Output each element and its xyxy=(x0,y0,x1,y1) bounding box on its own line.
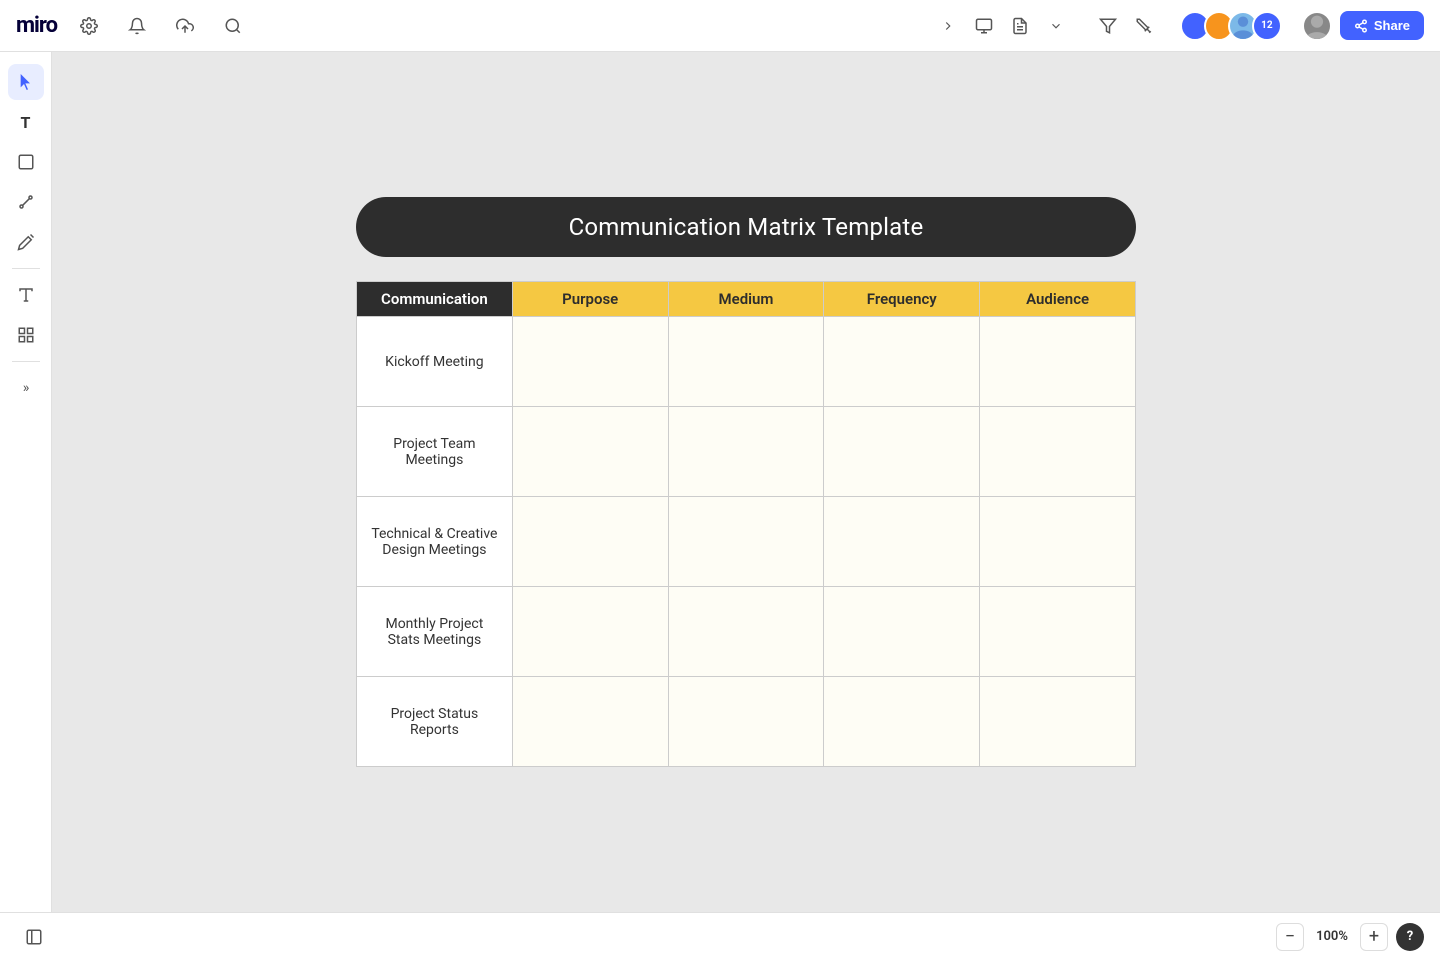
matrix-table: Communication Purpose Medium Frequency A… xyxy=(356,281,1136,767)
notifications-icon[interactable] xyxy=(121,10,153,42)
table-header-row: Communication Purpose Medium Frequency A… xyxy=(357,282,1136,317)
view-toolbar xyxy=(932,10,1072,42)
board-content: Communication Matrix Template Communicat… xyxy=(356,197,1136,767)
header-frequency: Frequency xyxy=(824,282,980,317)
bottom-right: − 100% + ? xyxy=(1276,923,1424,951)
cell-empty[interactable] xyxy=(668,677,824,767)
current-user-avatar xyxy=(1302,11,1332,41)
cell-communication[interactable]: Technical & Creative Design Meetings xyxy=(357,497,513,587)
table-row: Project Status Reports xyxy=(357,677,1136,767)
notes-icon[interactable] xyxy=(1004,10,1036,42)
header-medium: Medium xyxy=(668,282,824,317)
navbar-right: 12 Share xyxy=(932,10,1424,42)
cell-empty[interactable] xyxy=(980,677,1136,767)
tool-separator-2 xyxy=(12,361,40,362)
zoom-controls: − 100% + xyxy=(1276,923,1388,951)
share-button[interactable]: Share xyxy=(1340,11,1424,40)
avatars-group: 12 xyxy=(1180,11,1282,41)
chevron-down-icon[interactable] xyxy=(1040,10,1072,42)
cell-empty[interactable] xyxy=(668,317,824,407)
text-format-tool[interactable] xyxy=(8,277,44,313)
cell-empty[interactable] xyxy=(668,497,824,587)
sticky-note-tool[interactable] xyxy=(8,144,44,180)
left-toolbar: T » xyxy=(0,52,52,960)
help-button[interactable]: ? xyxy=(1396,923,1424,951)
table-row: Kickoff Meeting xyxy=(357,317,1136,407)
cell-empty[interactable] xyxy=(824,497,980,587)
table-row: Technical & Creative Design Meetings xyxy=(357,497,1136,587)
bottom-left xyxy=(16,919,52,955)
cell-communication[interactable]: Project Team Meetings xyxy=(357,407,513,497)
cell-empty[interactable] xyxy=(668,587,824,677)
avatar-count: 12 xyxy=(1252,11,1282,41)
miro-logo: miro xyxy=(16,13,57,38)
cell-empty[interactable] xyxy=(512,407,668,497)
table-row: Project Team Meetings xyxy=(357,407,1136,497)
text-tool[interactable]: T xyxy=(8,104,44,140)
cell-empty[interactable] xyxy=(980,587,1136,677)
cell-empty[interactable] xyxy=(824,677,980,767)
more-tools[interactable]: » xyxy=(8,370,44,406)
search-icon[interactable] xyxy=(217,10,249,42)
filter-icon[interactable] xyxy=(1092,10,1124,42)
cell-empty[interactable] xyxy=(668,407,824,497)
table-row: Monthly Project Stats Meetings xyxy=(357,587,1136,677)
present-icon[interactable] xyxy=(968,10,1000,42)
connector-tool[interactable] xyxy=(8,184,44,220)
board-title: Communication Matrix Template xyxy=(569,213,924,241)
cell-communication[interactable]: Monthly Project Stats Meetings xyxy=(357,587,513,677)
cell-empty[interactable] xyxy=(512,677,668,767)
action-toolbar xyxy=(1092,10,1160,42)
upload-icon[interactable] xyxy=(169,10,201,42)
cursor-tool[interactable] xyxy=(8,64,44,100)
settings-icon[interactable] xyxy=(73,10,105,42)
cell-communication[interactable]: Kickoff Meeting xyxy=(357,317,513,407)
cell-empty[interactable] xyxy=(512,587,668,677)
zoom-out-button[interactable]: − xyxy=(1276,923,1304,951)
navbar-left: miro xyxy=(16,10,249,42)
pen-tool[interactable] xyxy=(8,224,44,260)
cell-empty[interactable] xyxy=(980,317,1136,407)
header-purpose: Purpose xyxy=(512,282,668,317)
canvas: Communication Matrix Template Communicat… xyxy=(52,52,1440,912)
cell-communication[interactable]: Project Status Reports xyxy=(357,677,513,767)
cell-empty[interactable] xyxy=(824,317,980,407)
magic-icon[interactable] xyxy=(1128,10,1160,42)
back-icon[interactable] xyxy=(932,10,964,42)
zoom-level: 100% xyxy=(1312,929,1352,944)
cell-empty[interactable] xyxy=(512,497,668,587)
header-communication: Communication xyxy=(357,282,513,317)
cell-empty[interactable] xyxy=(512,317,668,407)
panel-toggle[interactable] xyxy=(16,919,52,955)
bottom-toolbar: − 100% + ? xyxy=(0,912,1440,960)
cell-empty[interactable] xyxy=(824,587,980,677)
navbar: miro xyxy=(0,0,1440,52)
cell-empty[interactable] xyxy=(824,407,980,497)
tool-separator xyxy=(12,268,40,269)
header-audience: Audience xyxy=(980,282,1136,317)
frames-tool[interactable] xyxy=(8,317,44,353)
zoom-in-button[interactable]: + xyxy=(1360,923,1388,951)
cell-empty[interactable] xyxy=(980,407,1136,497)
share-label: Share xyxy=(1374,18,1410,33)
board-title-container: Communication Matrix Template xyxy=(356,197,1136,257)
cell-empty[interactable] xyxy=(980,497,1136,587)
